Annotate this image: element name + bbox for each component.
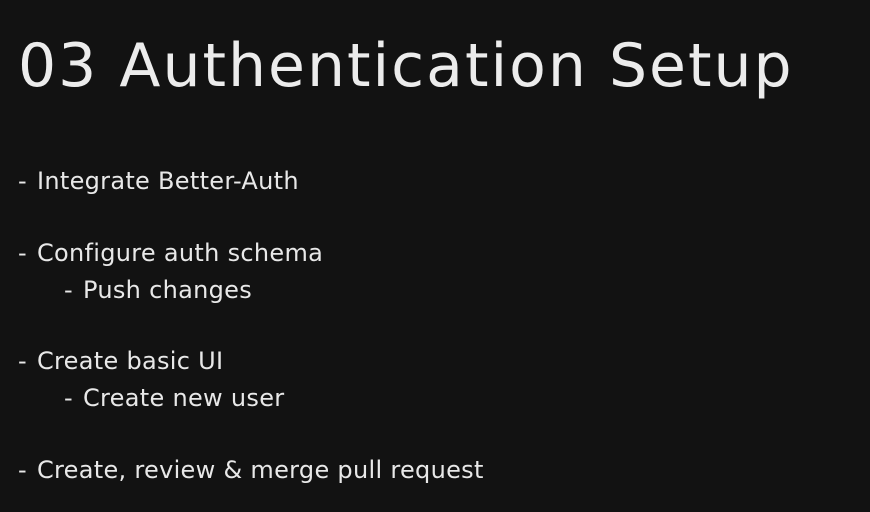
- bullet-marker: -: [18, 167, 27, 195]
- bullet-item: - Create basic UI: [18, 346, 223, 376]
- bullet-text: Integrate Better-Auth: [36, 167, 299, 195]
- sub-bullet-item: - Push changes: [64, 275, 252, 305]
- bullet-item: - Configure auth schema: [18, 238, 323, 268]
- slide: 03 Authentication Setup - Integrate Bette…: [0, 0, 870, 512]
- bullet-marker: -: [18, 456, 27, 484]
- bullet-text: Push changes: [82, 276, 253, 304]
- bullet-item: - Integrate Better-Auth: [18, 166, 299, 196]
- bullet-item: - Create, review & merge pull request: [18, 455, 484, 485]
- bullet-marker: -: [64, 276, 73, 304]
- sub-bullet-item: - Create new user: [64, 383, 284, 413]
- bullet-text: Create basic UI: [36, 347, 224, 375]
- bullet-marker: -: [18, 347, 27, 375]
- bullet-text: Create, review & merge pull request: [36, 456, 484, 484]
- bullet-text: Configure auth schema: [36, 239, 324, 267]
- bullet-marker: -: [18, 239, 27, 267]
- bullet-marker: -: [64, 384, 73, 412]
- bullet-text: Create new user: [82, 384, 285, 412]
- slide-title: 03 Authentication Setup: [18, 31, 794, 101]
